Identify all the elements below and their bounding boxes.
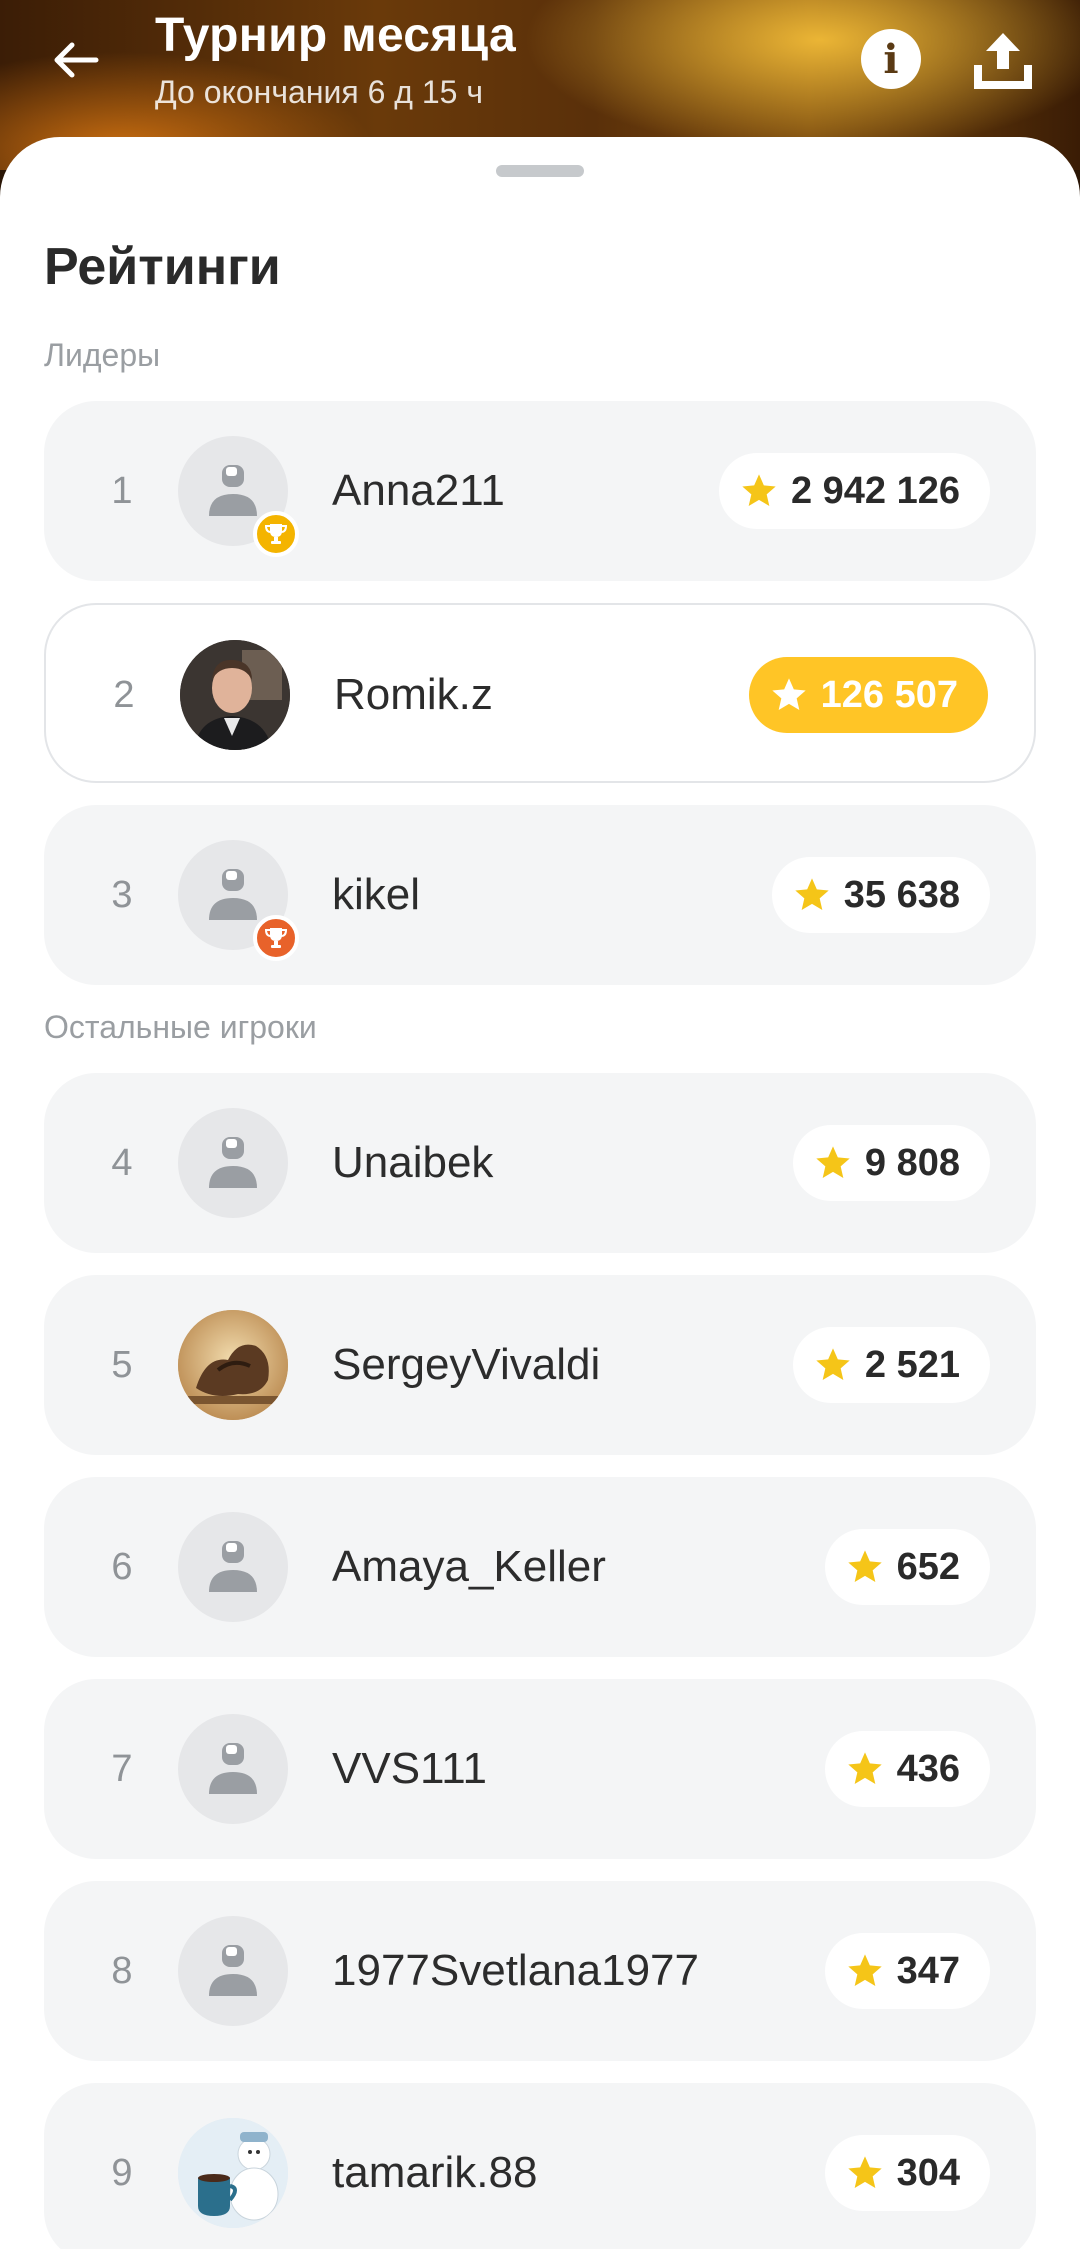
page-title: Турнир месяца [155, 9, 516, 62]
avatar-photo [180, 640, 290, 750]
gold-trophy-badge [253, 511, 299, 557]
player-name: VVS111 [332, 1744, 487, 1793]
score-value: 35 638 [843, 873, 960, 916]
user-placeholder-icon [209, 1945, 257, 1996]
avatar [178, 1714, 288, 1824]
player-name: Anna211 [332, 466, 505, 515]
rank-number: 6 [111, 1545, 133, 1588]
star-icon [847, 1550, 882, 1582]
player-name: 1977Svetlana1977 [332, 1946, 699, 1995]
leaderboard-row-current-user[interactable]: 2 Romik.z 126 507 [44, 603, 1036, 783]
avatar [178, 840, 299, 961]
score-badge: 35 638 [771, 857, 990, 933]
rank-number: 9 [111, 2151, 133, 2194]
player-name: Unaibek [332, 1138, 494, 1187]
bronze-trophy-badge [253, 915, 299, 961]
score-badge-highlighted: 126 507 [748, 657, 988, 733]
avatar [178, 1512, 288, 1622]
avatar [180, 640, 290, 750]
share-button[interactable] [970, 27, 1036, 91]
back-button[interactable] [40, 30, 110, 90]
leaderboard-row[interactable]: 4 Unaibek 9 808 [44, 1073, 1036, 1253]
score-value: 9 808 [864, 1141, 960, 1184]
user-placeholder-icon [209, 1743, 257, 1794]
ratings-sheet: Рейтинги Лидеры 1 Anna211 2 942 126 2 Ro… [0, 137, 1080, 2249]
star-icon [847, 1954, 882, 1986]
leaderboard-row[interactable]: 7 VVS111 436 [44, 1679, 1036, 1859]
arrow-left-icon [54, 42, 99, 78]
info-button[interactable]: i [861, 29, 921, 89]
leaderboard-row[interactable]: 8 1977Svetlana1977 347 [44, 1881, 1036, 2061]
trophy-icon [264, 928, 288, 948]
player-name: SergeyVivaldi [332, 1340, 601, 1389]
player-name: kikel [332, 870, 421, 919]
star-icon [816, 1348, 850, 1380]
leaderboard-row[interactable]: 9 tamarik.88 304 [44, 2083, 1036, 2249]
player-name: Amaya_Keller [332, 1542, 606, 1591]
rank-number: 3 [111, 873, 133, 916]
avatar [178, 2118, 288, 2228]
score-value: 126 507 [820, 673, 958, 716]
leaderboard-row[interactable]: 5 SergeyVivaldi 2 521 [44, 1275, 1036, 1455]
score-value: 304 [896, 2151, 960, 2194]
trophy-icon [264, 524, 288, 544]
score-value: 2 521 [864, 1343, 960, 1386]
star-icon [795, 878, 829, 910]
score-value: 436 [896, 1747, 960, 1790]
star-icon [742, 474, 776, 506]
leaderboard-row[interactable]: 6 Amaya_Keller 652 [44, 1477, 1036, 1657]
score-value: 652 [896, 1545, 960, 1588]
rank-number: 1 [111, 469, 133, 512]
score-badge: 436 [824, 1731, 990, 1807]
user-placeholder-icon [209, 1541, 257, 1592]
leaders-label: Лидеры [44, 337, 161, 373]
drag-handle[interactable] [496, 165, 584, 177]
other-players-label: Остальные игроки [44, 1009, 317, 1045]
player-name: Romik.z [334, 670, 493, 719]
user-placeholder-icon [209, 1137, 257, 1188]
rank-number: 4 [111, 1141, 133, 1184]
avatar-photo [178, 2118, 288, 2228]
player-name: tamarik.88 [332, 2148, 538, 2197]
leaderboard-row[interactable]: 3 kikel 35 638 [44, 805, 1036, 985]
score-badge: 347 [824, 1933, 990, 2009]
time-remaining: До окончания 6 д 15 ч [155, 74, 483, 110]
avatar [178, 1108, 288, 1218]
info-icon: i [883, 35, 899, 83]
avatar-photo [178, 1310, 288, 1420]
score-value: 2 942 126 [790, 469, 960, 512]
star-icon [847, 2156, 882, 2188]
avatar [178, 436, 299, 557]
upload-icon [974, 33, 1032, 89]
star-icon [816, 1146, 850, 1178]
star-icon [847, 1752, 882, 1784]
avatar [178, 1916, 288, 2026]
rank-number: 7 [111, 1747, 133, 1790]
star-icon [771, 678, 806, 710]
score-badge: 9 808 [792, 1125, 990, 1201]
rank-number: 2 [113, 673, 135, 716]
avatar [178, 1310, 288, 1420]
score-value: 347 [896, 1949, 960, 1992]
rank-number: 8 [111, 1949, 133, 1992]
rank-number: 5 [111, 1343, 133, 1386]
score-badge: 2 521 [792, 1327, 990, 1403]
leaderboard-row[interactable]: 1 Anna211 2 942 126 [44, 401, 1036, 581]
score-badge: 2 942 126 [718, 453, 990, 529]
score-badge: 652 [824, 1529, 990, 1605]
sheet-title: Рейтинги [44, 238, 281, 296]
score-badge: 304 [824, 2135, 990, 2211]
